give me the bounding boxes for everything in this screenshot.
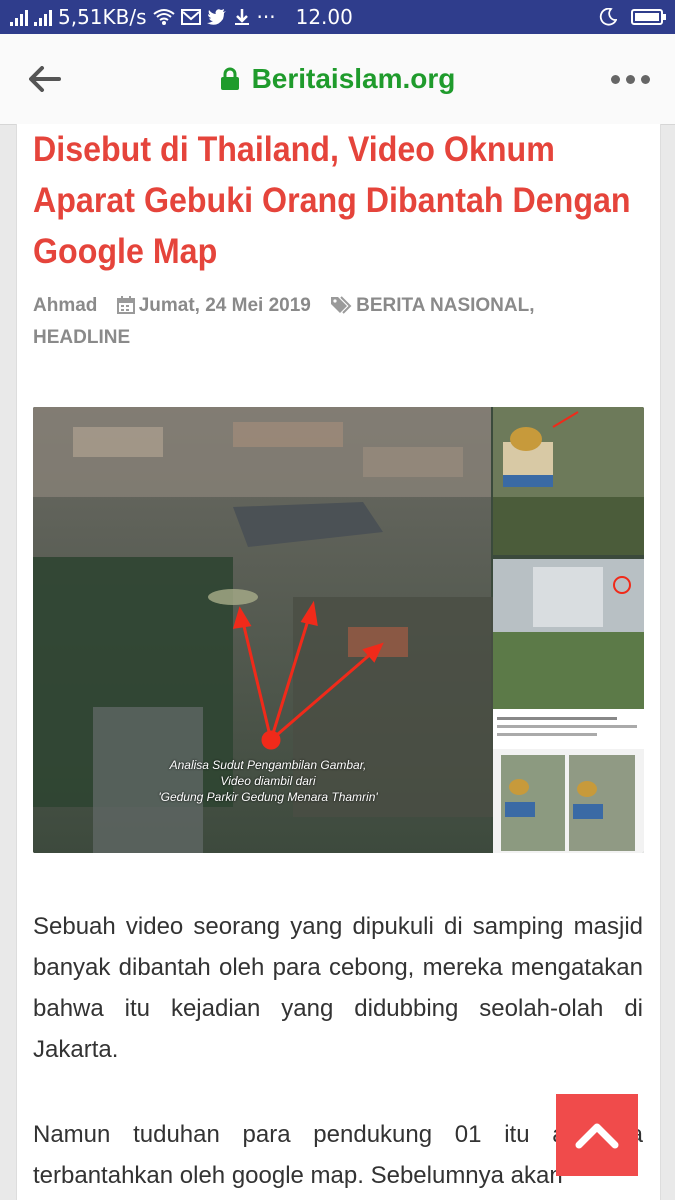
back-button[interactable] [0, 34, 90, 124]
tags-icon [330, 294, 352, 323]
menu-dot [625, 74, 635, 84]
status-bar: 5,51KB/s ··· 12.00 [0, 0, 675, 34]
scroll-to-top-button[interactable] [556, 1094, 638, 1176]
url-text: Beritaislam.org [251, 63, 456, 94]
article-title: Disebut di Thailand, Video Oknum Aparat … [33, 130, 631, 271]
mail-icon [180, 8, 201, 26]
battery-icon [631, 9, 666, 25]
more-icon: ··· [256, 5, 276, 29]
signal-icon [34, 8, 52, 26]
author[interactable]: Ahmad [33, 295, 97, 316]
article-image[interactable]: Analisa Sudut Pengambilan Gambar, Video … [33, 407, 644, 853]
menu-button[interactable] [585, 34, 675, 124]
browser-toolbar: Beritaislam.org [0, 34, 675, 125]
image-caption: Analisa Sudut Pengambilan Gambar, Video … [158, 758, 378, 804]
menu-dot [640, 74, 650, 84]
address-bar[interactable]: Beritaislam.org [90, 63, 585, 95]
article-paragraph: Namun tuduhan para pendukung 01 itu akhi… [33, 1121, 643, 1189]
signal-icon [10, 8, 28, 26]
article-meta: Ahmad Jumat, 24 Mei 2019 BERITA NASIONAL… [33, 291, 633, 352]
chevron-up-icon [575, 1123, 619, 1149]
download-icon [233, 8, 251, 26]
wifi-icon [152, 8, 175, 26]
calendar-icon [116, 294, 135, 323]
menu-dot [610, 74, 620, 84]
clock: 12.00 [295, 5, 353, 29]
twitter-icon [206, 8, 227, 26]
lock-icon [220, 67, 239, 90]
network-speed: 5,51KB/s [58, 5, 147, 29]
article-card: Disebut di Thailand, Video Oknum Aparat … [16, 124, 661, 1200]
post-date: Jumat, 24 Mei 2019 [138, 295, 311, 316]
article-paragraph: Sebuah video seorang yang dipukuli di sa… [33, 913, 643, 1063]
moon-icon [599, 8, 617, 26]
back-arrow-icon [29, 66, 61, 92]
